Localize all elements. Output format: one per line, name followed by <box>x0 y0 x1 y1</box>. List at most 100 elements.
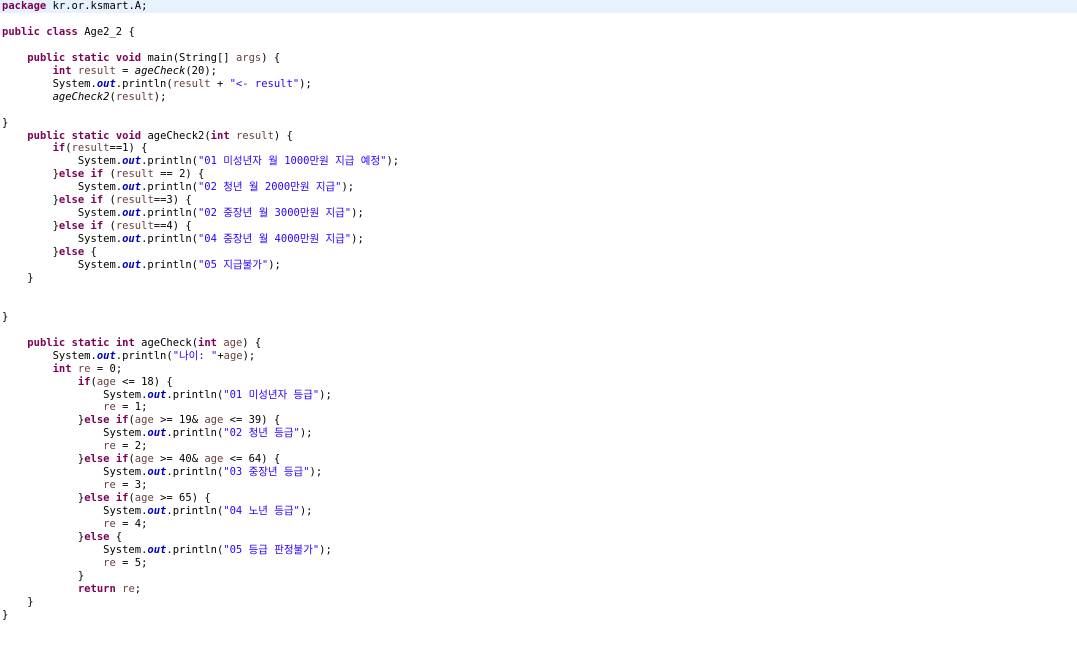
code-line[interactable]: if(age <= 18) { <box>0 376 173 389</box>
code-line[interactable]: }else if(age >= 65) { <box>0 492 211 505</box>
string-token: "05 지급불가" <box>197 259 269 271</box>
code-line[interactable]: } <box>0 272 33 285</box>
code-line[interactable]: System.out.println("04 노년 등급"); <box>0 505 312 518</box>
code-text: System. <box>2 259 123 271</box>
string-token: "02 청년 월 2000만원 지급" <box>197 181 342 194</box>
code-line[interactable]: System.out.println("나이: "+age); <box>0 349 256 363</box>
string-token: "01 미성년자 월 1000만원 지급 예정" <box>197 155 387 168</box>
static-field-token: out <box>147 543 167 556</box>
code-text: ageCheck2( <box>141 129 211 142</box>
code-line[interactable]: }else { <box>0 246 97 259</box>
code-line[interactable]: System.out.println(result + "<- result")… <box>0 78 312 91</box>
code-line[interactable]: }else if (result == 2) { <box>0 168 205 181</box>
code-line[interactable]: re = 2; <box>0 440 147 453</box>
code-line[interactable]: System.out.println("05 등급 판정불가"); <box>0 544 332 557</box>
code-line[interactable]: System.out.println("04 중장년 월 4000만원 지급")… <box>0 233 364 246</box>
code-text: = 2; <box>115 440 148 453</box>
keyword-token: if <box>90 168 104 181</box>
keyword-token: return <box>77 582 116 595</box>
code-line[interactable]: re = 3; <box>0 479 147 492</box>
code-text: } <box>2 530 85 543</box>
code-line[interactable]: re = 5; <box>0 557 147 570</box>
code-line[interactable]: }else if(age >= 40& age <= 64) { <box>0 453 280 466</box>
code-line[interactable]: System.out.println("01 미성년자 월 1000만원 지급 … <box>0 155 399 168</box>
variable-token: result <box>71 142 110 155</box>
code-text: } <box>2 492 85 505</box>
static-field-token: out <box>122 207 142 220</box>
code-line[interactable]: System.out.println("02 청년 등급"); <box>0 427 312 440</box>
code-line[interactable]: } <box>0 311 8 324</box>
code-text: = 3; <box>115 479 148 492</box>
string-token: "나이: " <box>172 349 218 362</box>
code-line[interactable]: } <box>0 609 8 622</box>
code-text: ( <box>103 220 116 233</box>
code-text: .println( <box>141 181 198 194</box>
code-line[interactable]: return re; <box>0 583 141 596</box>
code-line[interactable]: } <box>0 596 33 609</box>
variable-token: re <box>103 401 116 414</box>
code-line[interactable] <box>0 39 2 52</box>
variable-token: age <box>223 349 243 362</box>
keyword-token: else <box>84 453 110 466</box>
code-text: <= 18) { <box>115 375 173 388</box>
variable-token: re <box>122 582 135 595</box>
code-line[interactable] <box>0 298 2 311</box>
code-line[interactable]: ageCheck2(result); <box>0 91 167 104</box>
code-line[interactable] <box>0 104 2 117</box>
code-line[interactable] <box>0 13 2 26</box>
code-text: ); <box>351 207 364 220</box>
keyword-token: class <box>46 25 78 38</box>
code-line[interactable]: re = 4; <box>0 518 147 531</box>
code-line[interactable]: }else { <box>0 531 122 544</box>
method-call-token: ageCheck <box>134 64 186 77</box>
string-token: "02 청년 등급" <box>223 427 300 440</box>
code-line[interactable] <box>0 285 2 298</box>
keyword-token: else <box>84 492 110 505</box>
code-line[interactable]: System.out.println("02 중장년 월 3000만원 지급")… <box>0 207 364 220</box>
code-text: System. <box>2 77 97 90</box>
code-text: ; <box>134 582 142 595</box>
code-line[interactable]: System.out.println("03 중장년 등급"); <box>0 466 322 479</box>
keyword-token: package <box>2 0 47 12</box>
code-text: .println( <box>115 349 173 362</box>
code-text: } <box>2 194 59 207</box>
code-line[interactable] <box>0 324 2 337</box>
code-text: .println( <box>141 233 198 246</box>
static-field-token: out <box>96 77 116 90</box>
variable-token: re <box>103 440 116 453</box>
code-text: System. <box>2 505 148 518</box>
code-line-current[interactable]: package kr.or.ksmart.A; <box>0 0 1077 13</box>
static-field-token: out <box>96 349 116 362</box>
keyword-token: if <box>115 492 129 505</box>
code-line[interactable]: public static void main(String[] args) { <box>0 52 280 65</box>
code-line[interactable]: }else if(age >= 19& age <= 39) { <box>0 414 280 427</box>
code-line[interactable]: public class Age2_2 { <box>0 26 135 39</box>
code-line[interactable]: } <box>0 570 84 583</box>
code-line[interactable]: public static void ageCheck2(int result)… <box>0 130 293 143</box>
code-line[interactable]: }else if (result==4) { <box>0 220 192 233</box>
code-text: >= 65) { <box>153 492 211 505</box>
code-line[interactable]: int re = 0; <box>0 362 123 376</box>
code-text: } <box>2 246 59 259</box>
code-line[interactable]: System.out.println("05 지급불가"); <box>0 259 281 272</box>
keyword-token: static <box>71 129 110 142</box>
code-editor[interactable]: package kr.or.ksmart.A; public class Age2… <box>0 0 1077 650</box>
code-line[interactable]: int result = ageCheck(20); <box>0 65 217 78</box>
code-line[interactable]: if(result==1) { <box>0 142 148 155</box>
code-line[interactable]: public static int ageCheck(int age) { <box>0 337 261 350</box>
code-line[interactable]: System.out.println("01 미성년자 등급"); <box>0 389 332 402</box>
code-text: = 0; <box>90 362 123 375</box>
code-line[interactable]: } <box>0 117 8 130</box>
code-text: + <box>210 77 230 90</box>
code-line[interactable]: }else if (result==3) { <box>0 194 192 207</box>
code-line[interactable]: re = 1; <box>0 401 147 414</box>
string-token: "05 등급 판정불가" <box>223 543 320 556</box>
code-text: System. <box>2 427 148 440</box>
code-line[interactable]: System.out.println("02 청년 월 2000만원 지급"); <box>0 181 354 194</box>
